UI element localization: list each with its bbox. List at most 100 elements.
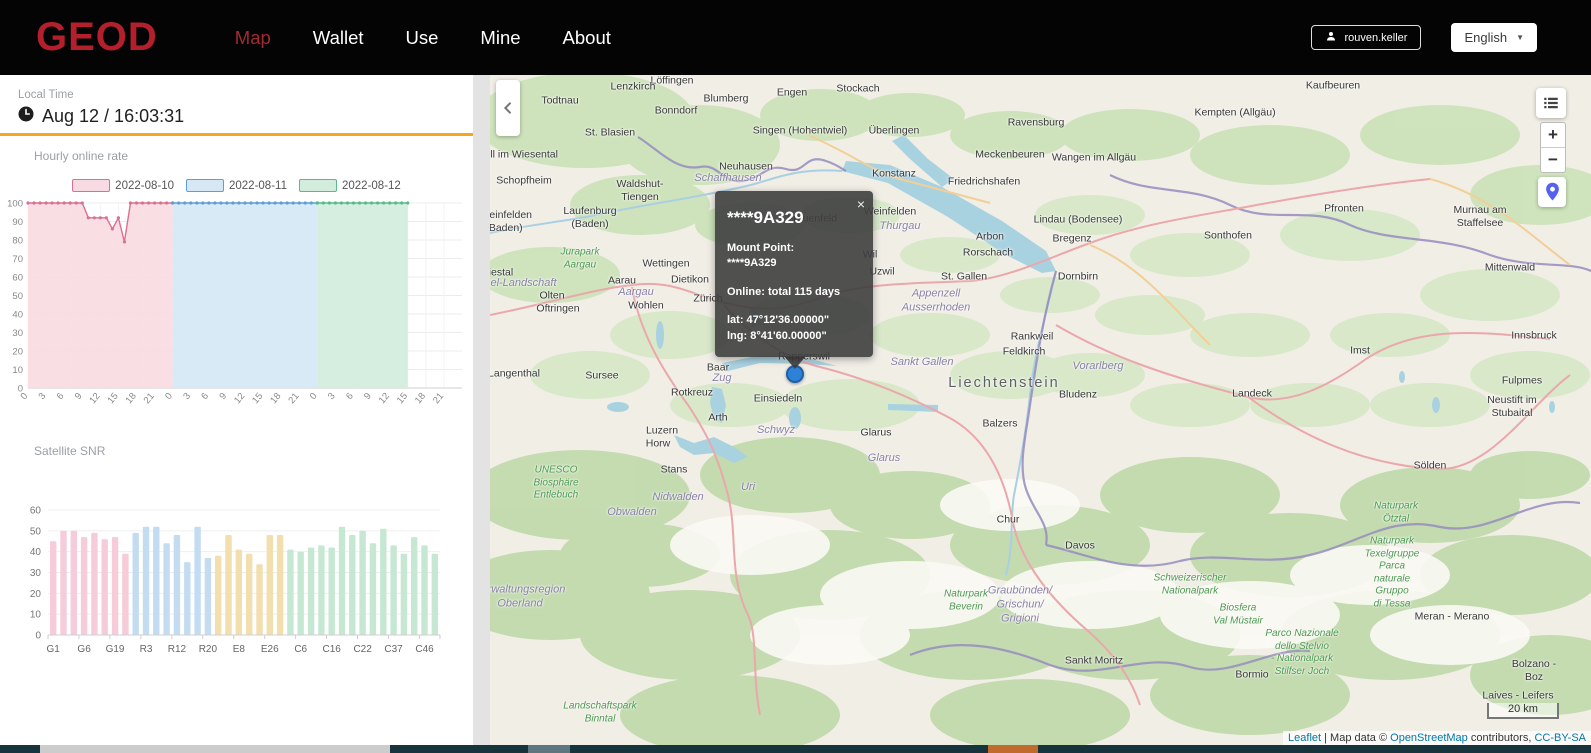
local-time-card: Local Time Aug 12 / 16:03:31 — [0, 75, 473, 136]
svg-text:9: 9 — [73, 391, 85, 402]
svg-text:100: 100 — [7, 199, 23, 210]
svg-text:C6: C6 — [294, 644, 307, 655]
language-label: English — [1464, 30, 1507, 45]
svg-text:15: 15 — [250, 391, 265, 406]
clock-icon — [18, 106, 34, 127]
close-icon[interactable]: × — [857, 196, 865, 212]
svg-text:0: 0 — [308, 391, 320, 402]
vertical-scrollbar[interactable] — [473, 75, 490, 753]
legend-label: 2022-08-11 — [229, 180, 287, 192]
local-time-value-row: Aug 12 / 16:03:31 — [18, 106, 184, 127]
user-name: rouven.keller — [1344, 32, 1407, 44]
osm-link[interactable]: OpenStreetMap — [1390, 732, 1468, 744]
scrollbar-segment[interactable] — [40, 745, 390, 753]
snr-chart-title: Satellite SNR — [34, 444, 105, 458]
zoom-control: + − — [1540, 122, 1566, 173]
zoom-in-button[interactable]: + — [1541, 123, 1565, 147]
svg-text:C46: C46 — [415, 644, 434, 655]
nav-item-use[interactable]: Use — [404, 23, 441, 53]
legend-label: 2022-08-12 — [342, 180, 401, 192]
user-icon — [1325, 30, 1337, 45]
layers-icon[interactable] — [1536, 88, 1566, 118]
svg-text:9: 9 — [362, 391, 374, 402]
sidebar: Local Time Aug 12 / 16:03:31 Hourly onli… — [0, 75, 473, 753]
svg-text:12: 12 — [377, 391, 392, 406]
svg-text:C22: C22 — [353, 644, 372, 655]
popup-lng: lng: 8°41'60.00000" — [727, 329, 861, 344]
attribution-text: contributors, — [1468, 732, 1535, 744]
svg-text:6: 6 — [199, 391, 211, 402]
svg-text:30: 30 — [30, 568, 42, 579]
popup-mount-point-label: Mount Point: — [727, 241, 861, 256]
svg-text:18: 18 — [124, 391, 139, 406]
svg-text:G6: G6 — [77, 644, 91, 655]
svg-text:60: 60 — [12, 273, 23, 284]
svg-text:3: 3 — [326, 391, 338, 402]
svg-text:E26: E26 — [261, 644, 279, 655]
svg-text:50: 50 — [12, 291, 23, 302]
leaflet-link[interactable]: Leaflet — [1288, 732, 1321, 744]
top-nav-bar: GEOD Map Wallet Use Mine About rouven.ke… — [0, 0, 1591, 75]
svg-text:3: 3 — [181, 391, 193, 402]
sidebar-collapse-button[interactable] — [496, 80, 520, 136]
svg-text:R12: R12 — [168, 644, 187, 655]
scrollbar-segment[interactable] — [988, 745, 1038, 753]
main-nav: Map Wallet Use Mine About — [233, 23, 613, 53]
nav-item-about[interactable]: About — [561, 23, 613, 53]
svg-text:50: 50 — [30, 526, 42, 537]
svg-text:6: 6 — [344, 391, 356, 402]
svg-text:40: 40 — [12, 310, 23, 321]
svg-text:80: 80 — [12, 236, 23, 247]
location-pin-icon — [1544, 182, 1561, 202]
svg-text:60: 60 — [30, 506, 42, 517]
map-attribution: Leaflet | Map data © OpenStreetMap contr… — [1283, 731, 1591, 745]
svg-text:G19: G19 — [106, 644, 125, 655]
nav-item-map[interactable]: Map — [233, 23, 273, 53]
license-link[interactable]: CC-BY-SA — [1534, 732, 1586, 744]
language-selector[interactable]: English ▼ — [1451, 23, 1537, 52]
scrollbar-segment[interactable] — [528, 745, 570, 753]
svg-text:0: 0 — [35, 631, 41, 642]
nav-item-wallet[interactable]: Wallet — [311, 23, 366, 53]
logo[interactable]: GEOD — [36, 15, 158, 60]
local-time-label: Local Time — [18, 89, 74, 101]
zoom-out-button[interactable]: − — [1541, 147, 1565, 172]
popup-online-days: Online: total 115 days — [727, 285, 861, 300]
svg-text:3: 3 — [37, 391, 49, 402]
chevron-down-icon: ▼ — [1516, 33, 1524, 42]
svg-text:E8: E8 — [233, 644, 246, 655]
user-button[interactable]: rouven.keller — [1311, 25, 1421, 50]
locate-pin-button[interactable] — [1538, 177, 1566, 207]
map-tiles — [490, 75, 1591, 753]
hourly-chart-title: Hourly online rate — [34, 149, 128, 163]
satellite-snr-chart: 0102030405060G1G6G19R3R12R20E8E26C6C16C2… — [0, 500, 473, 675]
hourly-online-rate-chart: 0102030405060708090100036912151821036912… — [0, 191, 473, 431]
local-time-text: Aug 12 / 16:03:31 — [42, 106, 184, 127]
legend-label: 2022-08-10 — [115, 180, 174, 192]
header-right: rouven.keller English ▼ — [1311, 23, 1537, 52]
popup-mount-point-value: ****9A329 — [727, 256, 861, 271]
horizontal-scrollbar[interactable] — [0, 745, 1591, 753]
station-popup: × ****9A329 Mount Point: ****9A329 Onlin… — [715, 191, 873, 357]
svg-text:9: 9 — [217, 391, 229, 402]
svg-text:10: 10 — [12, 365, 23, 376]
svg-text:12: 12 — [232, 391, 247, 406]
svg-text:21: 21 — [142, 391, 157, 406]
svg-text:21: 21 — [286, 391, 301, 406]
svg-text:15: 15 — [105, 391, 120, 406]
nav-item-mine[interactable]: Mine — [478, 23, 522, 53]
svg-text:12: 12 — [87, 391, 102, 406]
popup-tail — [784, 356, 806, 369]
svg-text:30: 30 — [12, 328, 23, 339]
popup-title: ****9A329 — [727, 208, 861, 228]
svg-text:0: 0 — [18, 391, 30, 402]
map-canvas[interactable]: LöffingenLenzkirchTodtnauBonndorfBlumber… — [490, 75, 1591, 753]
svg-text:0: 0 — [163, 391, 175, 402]
svg-text:20: 20 — [12, 347, 23, 358]
svg-text:C37: C37 — [384, 644, 403, 655]
popup-lat: lat: 47°12'36.00000" — [727, 313, 861, 328]
svg-text:90: 90 — [12, 217, 23, 228]
svg-text:21: 21 — [431, 391, 446, 406]
map-scale-bar: 20 km — [1487, 703, 1559, 719]
svg-text:R3: R3 — [140, 644, 153, 655]
